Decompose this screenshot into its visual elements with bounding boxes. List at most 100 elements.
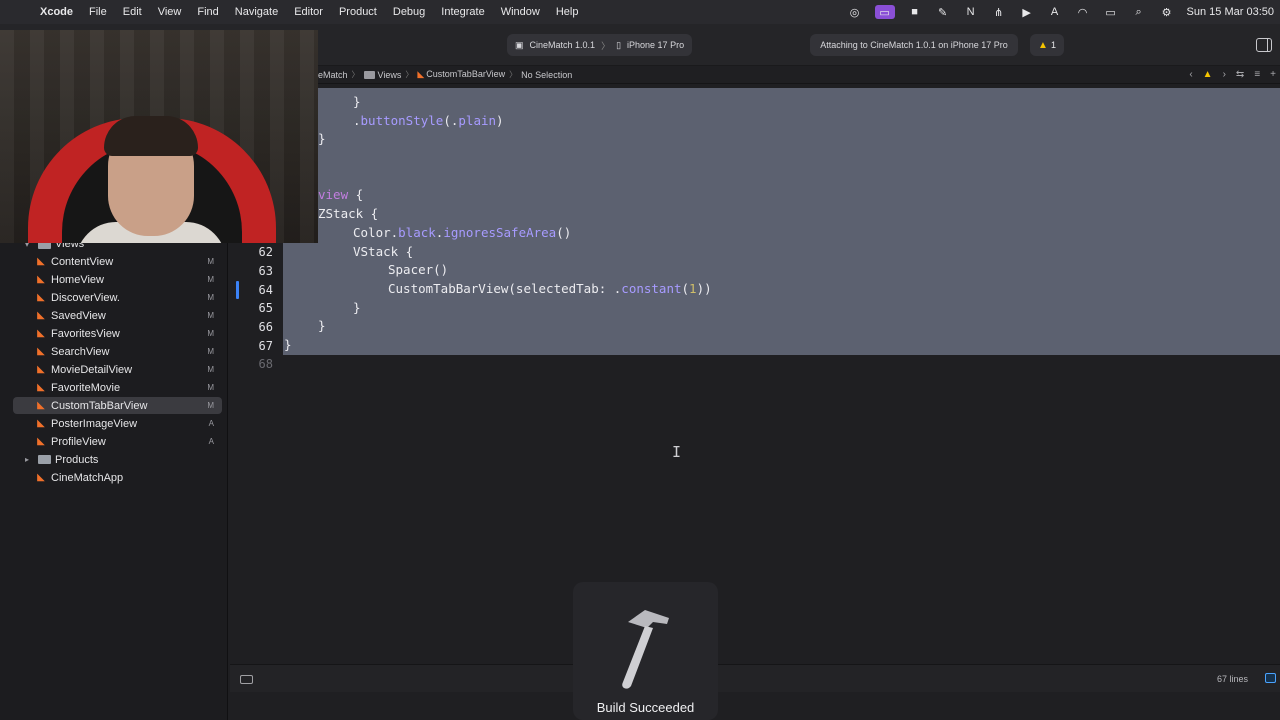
- swift-file-icon: ◣: [37, 310, 45, 321]
- navigator-item-posterimageview[interactable]: ◣ PosterImageView A: [13, 415, 222, 432]
- scm-status-badge: M: [207, 257, 214, 266]
- navigator-item-homeview[interactable]: ◣ HomeView M: [13, 271, 222, 288]
- scm-status-badge: M: [207, 311, 214, 320]
- hammer-icon: [622, 610, 669, 689]
- menubar-clock[interactable]: Sun 15 Mar 03:50: [1187, 6, 1274, 18]
- scm-status-badge: M: [207, 293, 214, 302]
- warning-icon: ▲: [1038, 39, 1048, 51]
- facetime-icon[interactable]: ■: [907, 5, 923, 19]
- ibeam-cursor-icon: I: [672, 443, 682, 461]
- warning-indicator[interactable]: ▲ 1: [1030, 34, 1064, 56]
- line-number: 63: [258, 264, 273, 278]
- swift-file-icon: ◣: [417, 69, 425, 79]
- breadcrumb-label: Views: [377, 69, 402, 80]
- file-name: CineMatchApp: [51, 471, 124, 484]
- scm-status-badge: A: [208, 437, 214, 446]
- antenna-icon[interactable]: ⋔: [991, 5, 1007, 19]
- wifi-icon[interactable]: ◠: [1075, 5, 1091, 19]
- navigator-item-customtabbarview[interactable]: ◣ CustomTabBarView M: [13, 397, 222, 414]
- code-line: }: [353, 94, 361, 109]
- scheme-icon: ▣: [515, 39, 524, 50]
- warning-count: 1: [1050, 40, 1056, 50]
- debug-area-toggle-icon[interactable]: [240, 675, 253, 684]
- build-status-label: Build Succeeded: [596, 700, 695, 715]
- battery-icon[interactable]: ▭: [1103, 5, 1119, 19]
- menu-file[interactable]: File: [81, 6, 115, 18]
- breadcrumb-file[interactable]: ◣ CustomTabBarView: [417, 69, 505, 80]
- navigator-item-moviedetailview[interactable]: ◣ MovieDetailView M: [13, 361, 222, 378]
- editor-status-bar: 67 lines: [230, 664, 1280, 692]
- code-token: }: [353, 94, 361, 109]
- menu-window[interactable]: Window: [493, 6, 548, 18]
- menu-product[interactable]: Product: [331, 6, 385, 18]
- breadcrumb-symbol[interactable]: No Selection: [521, 70, 572, 80]
- line-number: 67: [258, 339, 273, 353]
- group-label: Products: [55, 453, 99, 466]
- activity-status[interactable]: Attaching to CineMatch 1.0.1 on iPhone 1…: [810, 34, 1018, 56]
- control-center-icon[interactable]: ⚙: [1159, 5, 1175, 19]
- code-line: Color.black.ignoresSafeArea(): [353, 225, 571, 240]
- scheme-selector[interactable]: ▣ CineMatch 1.0.1 〉 ▯ iPhone 17 Pro: [507, 34, 693, 56]
- code-token: buttonStyle: [360, 113, 444, 128]
- navigator-item-favoritemovie[interactable]: ◣ FavoriteMovie M: [13, 379, 222, 396]
- screen-record-icon[interactable]: ▭: [874, 5, 895, 19]
- code-token: }: [318, 131, 326, 146]
- menu-help[interactable]: Help: [548, 6, 587, 18]
- navigator-item-cinematchapp[interactable]: ◣ CineMatchApp: [13, 469, 222, 486]
- navigator-item-savedview[interactable]: ◣ SavedView M: [13, 307, 222, 324]
- build-succeeded-hud: Build Succeeded: [573, 582, 718, 720]
- code-line: }: [318, 131, 326, 146]
- menu-editor[interactable]: Editor: [286, 6, 331, 18]
- activity-status-text: Attaching to CineMatch 1.0.1 on iPhone 1…: [820, 40, 1008, 50]
- chevron-right-icon[interactable]: ›: [1223, 69, 1226, 80]
- scheme-name: CineMatch 1.0.1: [529, 40, 596, 50]
- editor-options-icon[interactable]: ≡: [1254, 69, 1260, 80]
- scm-status-badge: M: [207, 275, 214, 284]
- navigator-item-contentview[interactable]: ◣ ContentView M: [13, 253, 222, 270]
- swift-file-icon: ◣: [37, 346, 45, 357]
- related-items-icon[interactable]: ⇆: [1236, 69, 1244, 80]
- inspector-toggle-icon[interactable]: [1256, 38, 1272, 52]
- code-token: }: [353, 300, 361, 315]
- navigator-item-searchview[interactable]: ◣ SearchView M: [13, 343, 222, 360]
- code-line: view {: [318, 187, 363, 202]
- code-token: ZStack {: [318, 206, 379, 221]
- menu-view[interactable]: View: [150, 6, 190, 18]
- sync-icon[interactable]: ◎: [847, 5, 863, 19]
- code-token: VStack {: [353, 244, 414, 259]
- play-icon[interactable]: ▶: [1019, 5, 1035, 19]
- panel-toggle-icon[interactable]: [1265, 673, 1276, 683]
- navigator-item-discoverview[interactable]: ◣ DiscoverView. M: [13, 289, 222, 306]
- code-token: (: [681, 281, 690, 296]
- breadcrumb-project[interactable]: eMatch: [318, 70, 348, 80]
- menubar: Xcode File Edit View Find Navigate Edito…: [0, 0, 1280, 24]
- search-icon[interactable]: ⌕: [1131, 5, 1147, 19]
- folder-icon: [363, 71, 375, 80]
- code-token: )): [696, 281, 712, 296]
- menu-app-xcode[interactable]: Xcode: [32, 6, 81, 18]
- menu-integrate[interactable]: Integrate: [433, 6, 492, 18]
- disclosure-closed-icon[interactable]: ▸: [25, 455, 35, 464]
- notion-icon[interactable]: N: [963, 5, 979, 19]
- menu-edit[interactable]: Edit: [115, 6, 150, 18]
- navigator-group-products[interactable]: ▸ Products: [13, 451, 222, 468]
- text-input-icon[interactable]: A: [1047, 5, 1063, 19]
- code-token: .: [353, 113, 361, 128]
- navigator-item-profileview[interactable]: ◣ ProfileView A: [13, 433, 222, 450]
- menu-find[interactable]: Find: [189, 6, 226, 18]
- navigator-item-favoritesview[interactable]: ◣ FavoritesView M: [13, 325, 222, 342]
- warning-icon[interactable]: ▲: [1203, 69, 1213, 80]
- menu-navigate[interactable]: Navigate: [227, 6, 286, 18]
- file-name: ContentView: [51, 255, 114, 268]
- swift-file-icon: ◣: [37, 256, 45, 267]
- add-editor-icon[interactable]: +: [1270, 69, 1276, 80]
- menu-debug[interactable]: Debug: [385, 6, 433, 18]
- swift-file-icon: ◣: [37, 436, 45, 447]
- swift-file-icon: ◣: [37, 364, 45, 375]
- pen-icon[interactable]: ✎: [935, 5, 951, 19]
- code-token: 1: [689, 281, 697, 296]
- scm-status-badge: M: [207, 329, 214, 338]
- swift-file-icon: ◣: [37, 292, 45, 303]
- chevron-left-icon[interactable]: ‹: [1189, 69, 1192, 80]
- breadcrumb-views[interactable]: Views: [363, 69, 402, 80]
